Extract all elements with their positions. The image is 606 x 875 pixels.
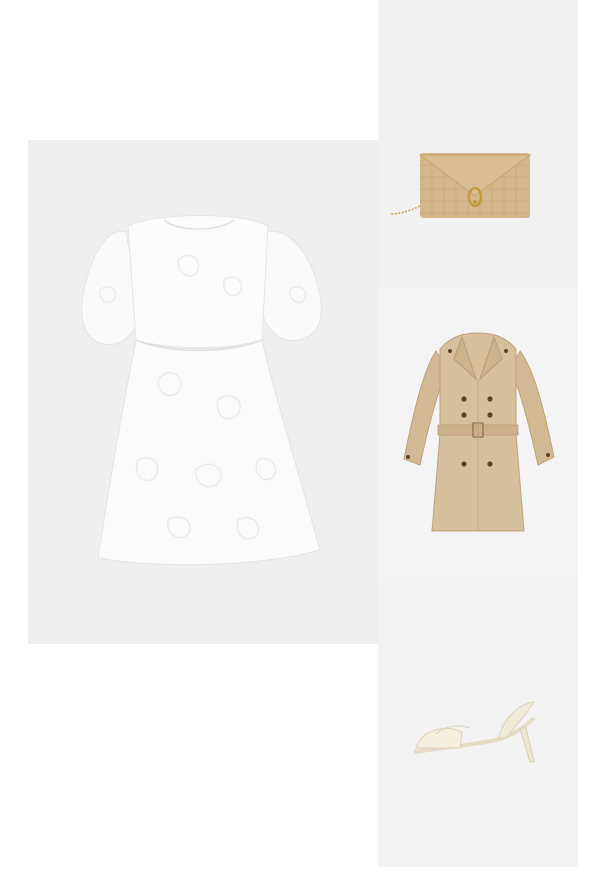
beige-trench-coat-image: [403, 332, 555, 532]
cream-slingback-sandal-image: [413, 701, 536, 763]
white-puff-sleeve-dress-image: [81, 215, 322, 566]
product-tile-dress[interactable]: [28, 140, 378, 644]
product-tile-sandal[interactable]: [378, 578, 578, 867]
product-tile-clutch[interactable]: [378, 0, 578, 289]
product-tile-trench-coat[interactable]: [378, 289, 578, 578]
beige-woven-clutch-image: [389, 153, 532, 218]
